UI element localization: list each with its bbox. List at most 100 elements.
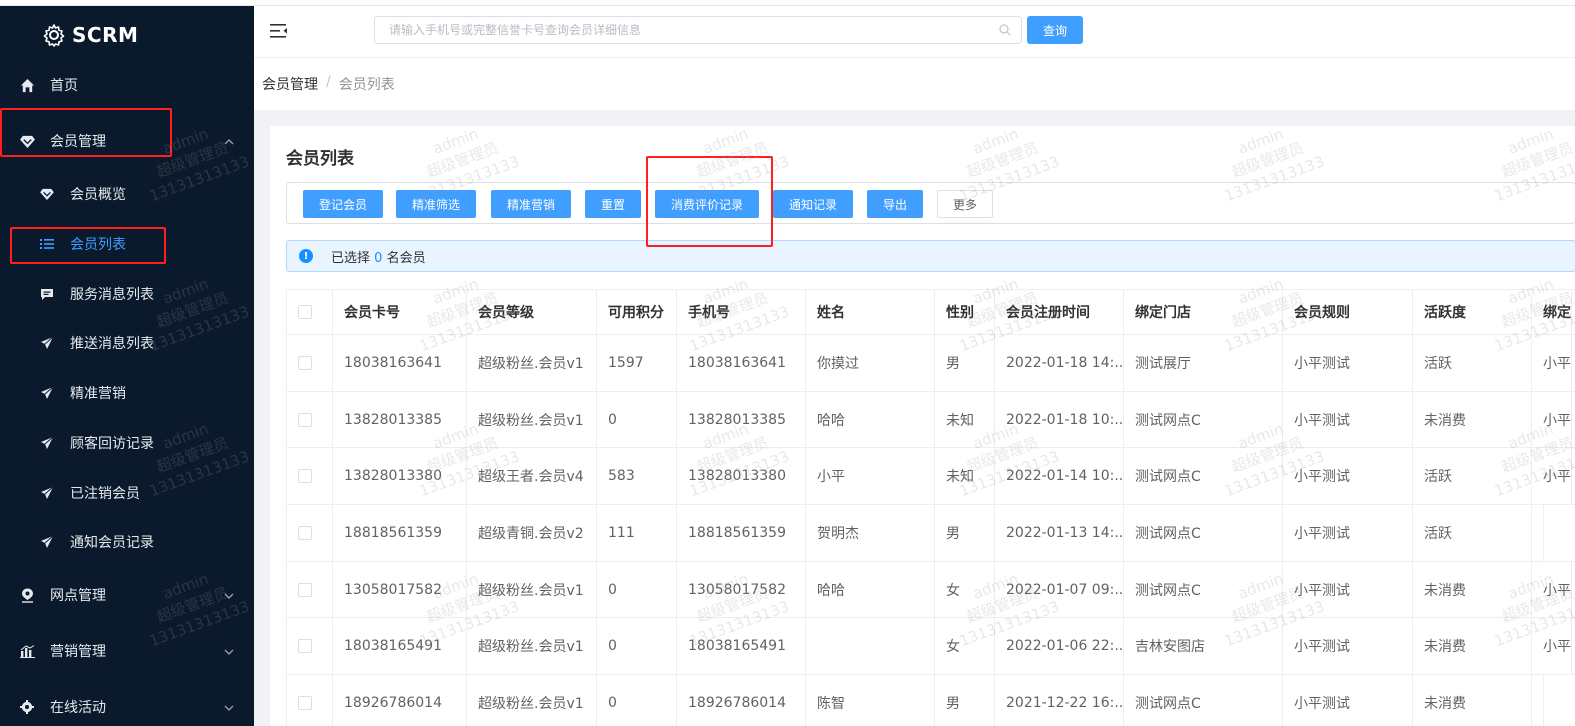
cell-register-time: 2022-01-18 10:... [995, 391, 1124, 448]
sidebar-item-marketing-management[interactable]: 营销管理 [0, 631, 254, 671]
column-header-phone: 手机号 [677, 290, 806, 334]
table-row: 13828013385 超级粉丝.会员v1 0 13828013385 哈哈 未知 2022… [287, 391, 1575, 449]
cell-member-level: 超级王者.会员v4 [467, 448, 597, 505]
cell-store: 测试网点C [1124, 505, 1283, 561]
cell-name: 小平 [806, 448, 935, 505]
row-checkbox[interactable] [298, 469, 312, 484]
cell-rule: 小平测试 [1283, 448, 1413, 505]
sidebar-item-label: 已注销会员 [70, 486, 140, 502]
member-search-input[interactable] [375, 17, 985, 43]
sidebar-item-label: 会员概览 [70, 187, 126, 203]
cell-activity: 活跃 [1413, 448, 1532, 505]
chevron-up-icon [224, 135, 234, 148]
column-header-name: 姓名 [806, 290, 935, 334]
action-toolbar: 登记会员 精准筛选 精准营销 重置 消费评价记录 通知记录 导出 更多 [286, 182, 1575, 224]
sidebar-item-label: 服务消息列表 [70, 287, 154, 303]
cell-gender: 女 [935, 618, 995, 675]
row-checkbox[interactable] [298, 639, 312, 654]
sidebar-item-member-management[interactable]: 会员管理 [0, 121, 254, 161]
cell-card-number: 18038163641 [333, 335, 467, 391]
table-header-row: 会员卡号 会员等级 可用积分 手机号 姓名 性别 会员注册时间 绑定门店 会员规则 活跃度 绑定 [287, 290, 1575, 335]
cell-register-time: 2021-12-22 16:... [995, 675, 1124, 726]
cell-points: 1597 [597, 335, 677, 391]
select-cell [287, 618, 333, 675]
cell-binding: 小平 [1532, 448, 1572, 505]
cell-activity: 活跃 [1413, 335, 1532, 391]
column-header-activity: 活跃度 [1413, 290, 1532, 334]
menu-fold-icon[interactable] [270, 23, 288, 39]
select-all-cell [287, 290, 333, 334]
cell-card-number: 13058017582 [333, 561, 467, 618]
cell-gender: 男 [935, 675, 995, 726]
cell-activity: 活跃 [1413, 505, 1532, 561]
sidebar-item-outlet-management[interactable]: 网点管理 [0, 575, 254, 615]
row-checkbox[interactable] [298, 695, 312, 710]
cell-activity: 未消费 [1413, 391, 1532, 448]
cell-card-number: 18926786014 [333, 675, 467, 726]
breadcrumb-separator: / [326, 74, 331, 90]
table-row: 18038165491 超级粉丝.会员v1 0 18038165491 女 2022-01… [287, 618, 1575, 676]
cell-store: 测试网点C [1124, 448, 1283, 505]
cell-binding: 小平 [1532, 618, 1572, 675]
cell-rule: 小平测试 [1283, 505, 1413, 561]
column-header-binding: 绑定 [1532, 290, 1572, 334]
cell-phone: 13828013380 [677, 448, 806, 505]
sidebar-item-member-overview[interactable]: 会员概览 [0, 174, 254, 214]
query-button[interactable]: 查询 [1027, 16, 1083, 44]
breadcrumb: 会员管理 / 会员列表 [262, 74, 395, 94]
cell-activity: 未消费 [1413, 618, 1532, 675]
sidebar-item-label: 精准营销 [70, 386, 126, 402]
cell-activity: 未消费 [1413, 561, 1532, 618]
cell-card-number: 13828013380 [333, 448, 467, 505]
chart-icon [18, 642, 36, 660]
search-icon[interactable] [999, 24, 1011, 36]
cell-name: 哈哈 [806, 391, 935, 448]
sidebar-item-notify-records[interactable]: 通知会员记录 [0, 522, 254, 562]
select-cell [287, 675, 333, 726]
cell-member-level: 超级粉丝.会员v1 [467, 335, 597, 391]
message-icon [38, 285, 56, 303]
precise-filter-button[interactable]: 精准筛选 [396, 190, 476, 218]
sidebar-item-precision-marketing[interactable]: 精准营销 [0, 373, 254, 413]
location-icon [18, 586, 36, 604]
cell-points: 0 [597, 675, 677, 726]
select-all-checkbox[interactable] [298, 305, 312, 319]
home-icon [18, 76, 36, 94]
sidebar-item-service-messages[interactable]: 服务消息列表 [0, 274, 254, 314]
cell-phone: 18818561359 [677, 505, 806, 561]
row-checkbox[interactable] [298, 412, 312, 427]
sidebar-item-member-list[interactable]: 会员列表 [0, 224, 254, 264]
sidebar-item-cancelled-members[interactable]: 已注销会员 [0, 473, 254, 513]
cell-name: 你摸过 [806, 335, 935, 391]
row-checkbox[interactable] [298, 525, 312, 540]
cell-register-time: 2022-01-14 10:... [995, 448, 1124, 505]
column-header-gender: 性别 [935, 290, 995, 334]
diamond-icon [18, 132, 36, 150]
sidebar-item-customer-revisit[interactable]: 顾客回访记录 [0, 423, 254, 463]
sidebar-item-home[interactable]: 首页 [0, 65, 254, 105]
reset-button[interactable]: 重置 [585, 190, 641, 218]
export-button[interactable]: 导出 [867, 190, 923, 218]
sidebar-item-label: 顾客回访记录 [70, 436, 154, 452]
cell-phone: 13058017582 [677, 561, 806, 618]
notify-records-button[interactable]: 通知记录 [773, 190, 853, 218]
consumption-review-button[interactable]: 消费评价记录 [655, 190, 759, 218]
row-checkbox[interactable] [298, 355, 312, 370]
cell-binding: 小平 [1532, 335, 1572, 391]
send-icon [38, 434, 56, 452]
cell-points: 0 [597, 391, 677, 448]
sidebar-item-push-messages[interactable]: 推送消息列表 [0, 323, 254, 363]
precise-marketing-button[interactable]: 精准营销 [491, 190, 571, 218]
cell-store: 测试网点C [1124, 561, 1283, 618]
more-button[interactable]: 更多 [937, 190, 993, 218]
member-list-card: 会员列表 登记会员 精准筛选 精准营销 重置 消费评价记录 通知记录 导出 更多… [270, 126, 1575, 726]
table-row: 13058017582 超级粉丝.会员v1 0 13058017582 哈哈女 2022-… [287, 561, 1575, 619]
cell-gender: 男 [935, 335, 995, 391]
breadcrumb-parent[interactable]: 会员管理 [262, 74, 318, 94]
logo[interactable]: SCRM [42, 20, 138, 50]
sidebar-item-online-activity[interactable]: 在线活动 [0, 687, 254, 726]
register-member-button[interactable]: 登记会员 [303, 190, 383, 218]
table-row: 18818561359 超级青铜.会员v2 111 18818561359 贺明杰男 20… [287, 505, 1575, 562]
row-checkbox[interactable] [298, 582, 312, 597]
send-icon [38, 334, 56, 352]
